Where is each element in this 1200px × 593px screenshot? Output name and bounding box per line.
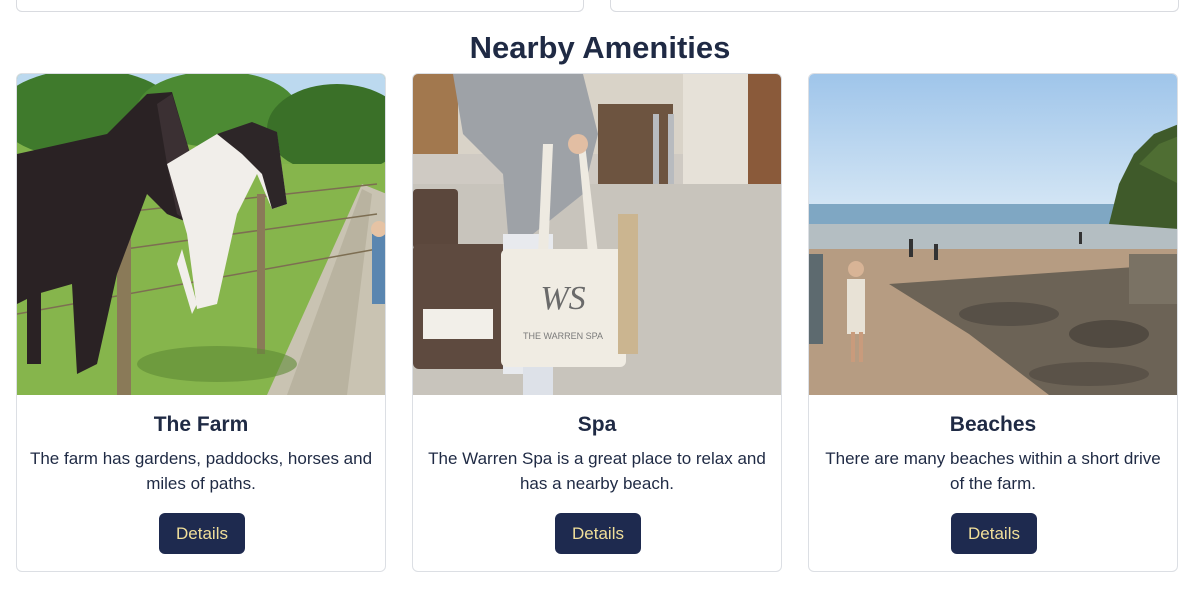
spa-photo: WS THE WARREN SPA — [413, 74, 781, 395]
previous-card-bottom — [610, 0, 1179, 12]
amenity-card-farm: The Farm The farm has gardens, paddocks,… — [16, 73, 386, 572]
card-description: The Warren Spa is a great place to relax… — [428, 449, 766, 493]
farm-details-button[interactable]: Details — [159, 513, 245, 554]
card-description: There are many beaches within a short dr… — [825, 449, 1161, 493]
beach-photo — [809, 74, 1177, 395]
card-title: The Farm — [153, 413, 249, 436]
beaches-details-button[interactable]: Details — [951, 513, 1037, 554]
bag-logo: WS — [540, 280, 585, 317]
previous-card-bottom — [16, 0, 584, 12]
bag-caption: THE WARREN SPA — [523, 331, 603, 341]
spa-details-button[interactable]: Details — [555, 513, 641, 554]
amenity-card-spa: WS THE WARREN SPA Spa The Warren Spa is … — [412, 73, 782, 572]
section-title: Nearby Amenities — [469, 30, 731, 65]
card-title: Spa — [577, 413, 617, 436]
card-description: The farm has gardens, paddocks, horses a… — [29, 449, 373, 493]
amenity-card-beaches: Beaches There are many beaches within a … — [808, 73, 1178, 572]
farm-photo — [17, 74, 385, 395]
card-title: Beaches — [949, 413, 1037, 436]
